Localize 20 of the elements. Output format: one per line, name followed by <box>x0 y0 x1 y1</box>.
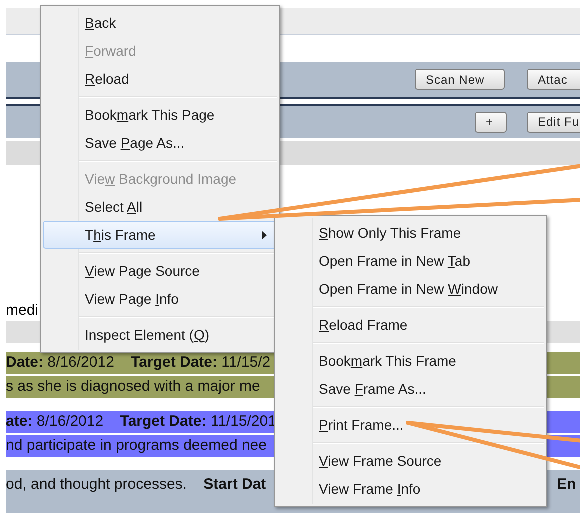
menu-item[interactable]: View Page Info <box>43 285 277 313</box>
page-button[interactable]: Scan New <box>415 69 505 90</box>
menu-item[interactable]: Reload Frame <box>277 311 544 339</box>
menu-item[interactable]: Open Frame in New Window <box>277 275 544 303</box>
menu-item[interactable]: Select All <box>43 193 277 221</box>
page-button[interactable]: + <box>475 112 507 132</box>
body-text: medi <box>6 300 39 321</box>
page-button[interactable]: Edit Fu <box>527 112 580 132</box>
menu-item[interactable]: Show Only This Frame <box>277 219 544 247</box>
menu-item[interactable]: This Frame <box>43 221 277 249</box>
menu-item[interactable]: View Page Source <box>43 257 277 285</box>
page-button[interactable]: Attac <box>527 69 580 90</box>
end-date-label: En <box>557 475 576 495</box>
menu-item[interactable]: Bookmark This Page <box>43 101 277 129</box>
objective-text: od, and thought processes. Start Dat <box>6 475 266 495</box>
menu-item[interactable]: Reload <box>43 65 277 93</box>
menu-item[interactable]: Inspect Element (Q) <box>43 321 277 349</box>
menu-item[interactable]: Save Page As... <box>43 129 277 157</box>
menu-item[interactable]: View Frame Info <box>277 475 544 503</box>
menu-item[interactable]: Open Frame in New Tab <box>277 247 544 275</box>
